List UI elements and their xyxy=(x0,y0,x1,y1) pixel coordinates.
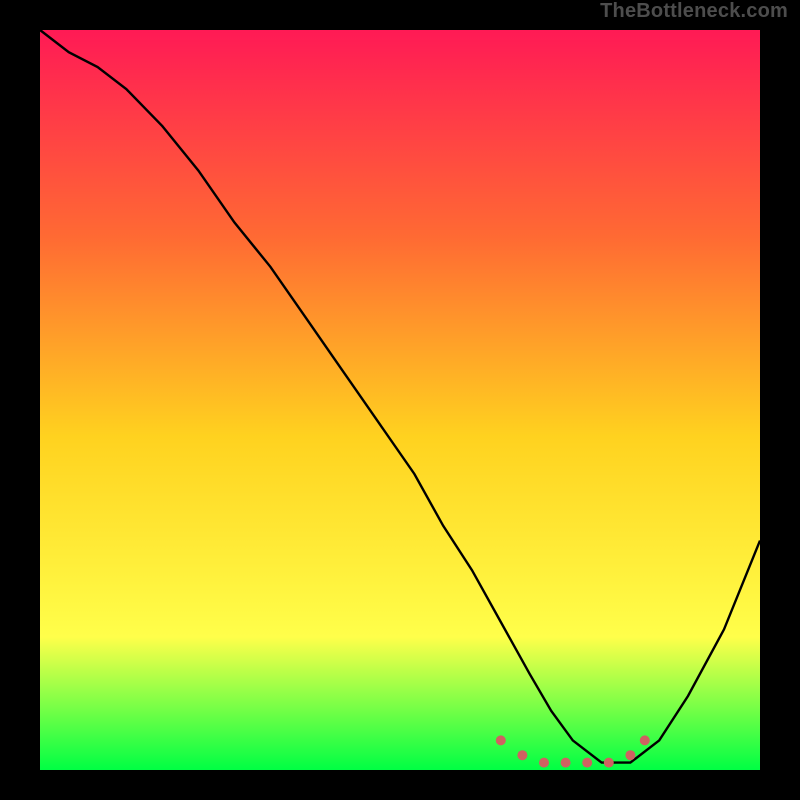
valley-dot xyxy=(539,758,549,768)
chart-svg xyxy=(0,0,800,800)
valley-dot xyxy=(625,750,635,760)
valley-dot xyxy=(582,758,592,768)
plot-area xyxy=(40,30,760,770)
valley-dot xyxy=(517,750,527,760)
valley-dot xyxy=(561,758,571,768)
valley-dot xyxy=(640,735,650,745)
valley-dot xyxy=(604,758,614,768)
watermark-label: TheBottleneck.com xyxy=(600,0,788,23)
valley-dot xyxy=(496,735,506,745)
chart-container: TheBottleneck.com xyxy=(0,0,800,800)
